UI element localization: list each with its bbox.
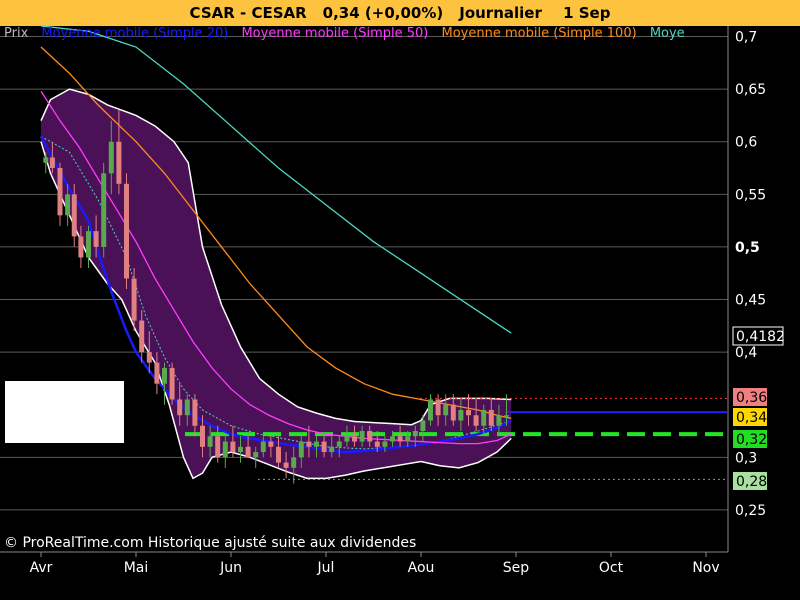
x-tick-label: Aou [408, 560, 435, 576]
x-tick-label: Mai [124, 560, 149, 576]
candle-body [390, 436, 395, 442]
candle-body [57, 168, 63, 216]
candle-body [146, 352, 152, 363]
y-tick-label: 0,5 [735, 240, 760, 256]
y-tick-label: 0,3 [735, 450, 757, 466]
candle-body [420, 420, 426, 432]
candle-body [276, 446, 281, 463]
candle-body [466, 409, 471, 416]
legend-item-sma50: Moyenne mobile (Simple 50) [241, 26, 429, 41]
legend-item-sma100: Moyenne mobile (Simple 100) [441, 26, 637, 41]
candle-body [283, 462, 289, 468]
candle-body [450, 404, 456, 421]
candle-body [352, 436, 357, 442]
y-tick-label: 0,25 [735, 503, 766, 519]
blank-overlay-box [5, 381, 124, 443]
candle-body [382, 441, 388, 447]
x-tick-label: Jul [317, 560, 335, 576]
candle-body [169, 367, 175, 400]
price-chart[interactable]: 0,7 0,65 0,6 0,55 0,5 0,45 0,4 0,3 0,25 Avr Mai Jun… [0, 0, 800, 600]
candle-body [321, 441, 327, 453]
candle-body [291, 457, 297, 468]
candle-body [443, 404, 449, 416]
price-tag-label: 0,36 [736, 390, 767, 406]
price-tag-label: 0,4182 [736, 329, 785, 345]
legend-item-price: Prix [4, 26, 29, 41]
candle-body [131, 278, 137, 321]
candle-body [177, 399, 183, 416]
candle-body [139, 320, 145, 353]
candle-body [43, 157, 49, 163]
candle-body [344, 436, 350, 442]
candle-body [93, 231, 99, 247]
candle-body [268, 441, 274, 447]
y-tick-label: 0,55 [735, 187, 766, 203]
price-tag-label: 0,28 [736, 474, 767, 490]
x-tick-label: Sep [503, 560, 530, 576]
candle-body [238, 446, 243, 453]
candle-body [298, 441, 304, 458]
candle-body [200, 425, 205, 447]
candle-body [504, 415, 509, 417]
candle-body [329, 446, 335, 453]
candle-body [359, 431, 365, 442]
candle-body [230, 441, 236, 453]
candle-body [428, 399, 433, 421]
candle-body [488, 409, 494, 426]
candle-body [108, 141, 114, 174]
y-tick-label: 0,6 [735, 135, 757, 151]
legend: Prix Moyenne mobile (Simple 20) Moyenne … [4, 25, 728, 43]
price-tag-label: 0,34 [736, 410, 767, 426]
candle-body [253, 452, 259, 458]
x-tick-label: Nov [692, 560, 719, 576]
candle-body [306, 441, 312, 447]
candle-body [222, 441, 228, 458]
candle-body [473, 415, 479, 426]
candle-body [86, 231, 91, 258]
candle-body [496, 415, 502, 426]
candle-body [78, 236, 84, 258]
candle-body [245, 446, 251, 458]
candle-body [367, 431, 373, 442]
y-tick-label: 0,65 [735, 82, 766, 98]
candle-body [412, 431, 418, 437]
price-tag-label: 0,32 [736, 432, 767, 448]
candle-body [336, 441, 342, 447]
candle-body [458, 409, 464, 421]
candle-body [184, 399, 190, 416]
y-tick-label: 0,7 [735, 30, 757, 46]
candle-body [71, 194, 77, 237]
candle-body [124, 183, 129, 279]
candle-body [192, 399, 198, 426]
candle-body [215, 436, 221, 458]
candle-body [162, 367, 167, 384]
y-tick-label: 0,45 [735, 293, 766, 309]
candle-body [207, 436, 213, 447]
x-tick-label: Oct [599, 560, 624, 576]
candle-body [374, 441, 380, 447]
candle-body [154, 362, 160, 384]
candle-body [435, 399, 441, 416]
candle-body [101, 173, 107, 247]
candle-body [397, 436, 403, 442]
legend-item-sma-truncated: Moye [649, 26, 685, 41]
copyright-footer: © ProRealTime.com Historique ajusté suit… [4, 535, 417, 551]
x-tick-label: Avr [30, 560, 53, 576]
candle-body [65, 194, 71, 216]
x-tick-label: Jun [219, 560, 242, 576]
candle-body [314, 441, 319, 447]
candle-body [116, 141, 122, 184]
candle-body [481, 409, 487, 426]
candle-body [405, 436, 411, 442]
y-tick-label: 0,4 [735, 345, 757, 361]
legend-item-sma20: Moyenne mobile (Simple 20) [41, 26, 229, 41]
candle-body [260, 441, 266, 453]
candle-body [49, 157, 55, 169]
